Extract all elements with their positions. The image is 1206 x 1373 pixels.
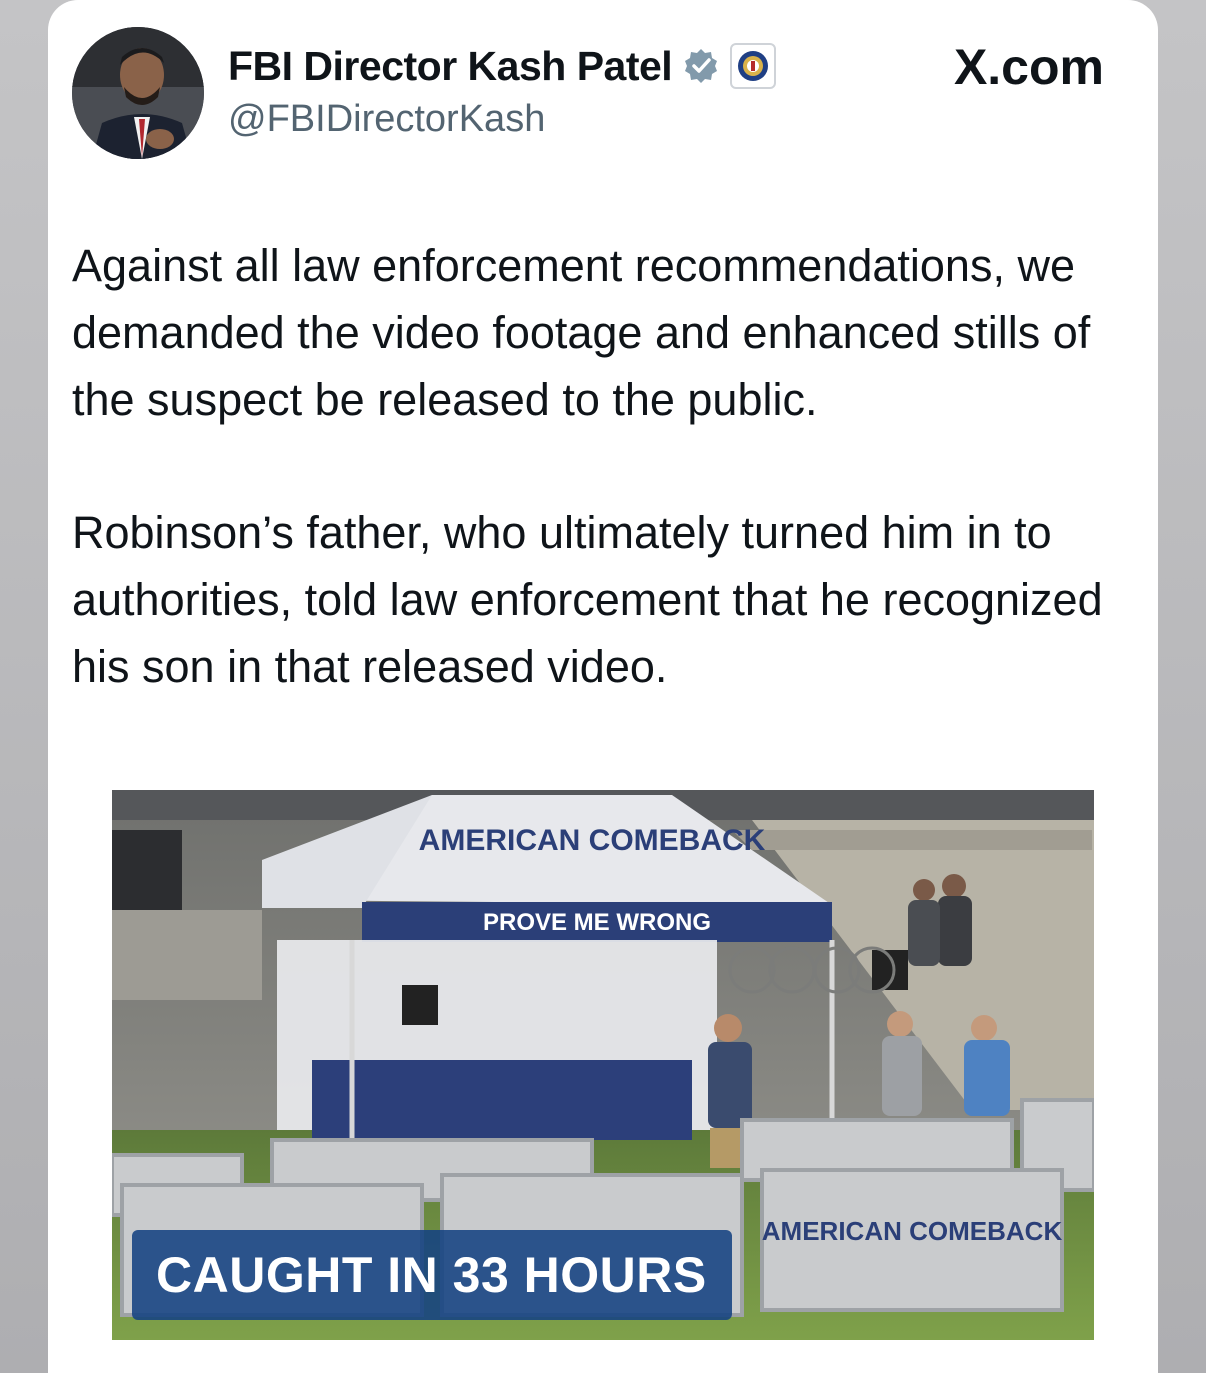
fbi-seal-icon: [730, 43, 777, 89]
barricade-banner: AMERICAN COMEBACK: [762, 1216, 1063, 1246]
post-card: FBI Director Kash Patel @FBIDirectorKash…: [48, 0, 1158, 1373]
post-text: Against all law enforcement recommendati…: [72, 232, 1142, 700]
tent-banner-strip: PROVE ME WRONG: [483, 909, 711, 936]
x-logo-icon: X.com: [953, 39, 1104, 95]
avatar-photo: [72, 27, 204, 159]
author-avatar[interactable]: [72, 27, 204, 159]
post-paragraph: Against all law enforcement recommendati…: [72, 240, 1091, 425]
image-caption: CAUGHT IN 33 HOURS: [156, 1247, 707, 1303]
author-name[interactable]: FBI Director Kash Patel: [228, 43, 673, 90]
verified-badge-icon: [682, 47, 720, 85]
caption-box: CAUGHT IN 33 HOURS: [132, 1230, 732, 1320]
post-image[interactable]: PROVE ME WRONG AMERICAN COMEBACK AMERICA…: [112, 790, 1094, 1340]
author-name-row: FBI Director Kash Patel: [228, 40, 777, 92]
post-paragraph: Robinson’s father, who ultimately turned…: [72, 507, 1103, 692]
site-label[interactable]: X.com: [954, 38, 1104, 96]
tent-banner-title: AMERICAN COMEBACK: [419, 824, 766, 857]
author-handle[interactable]: @FBIDirectorKash: [228, 98, 545, 141]
